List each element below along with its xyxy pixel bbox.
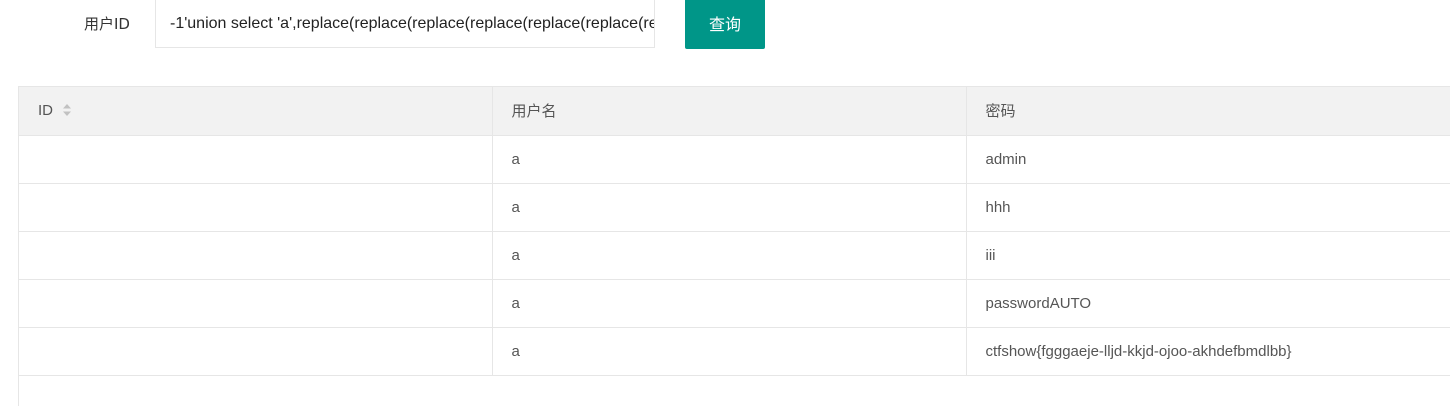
- cell-username: a: [492, 183, 967, 232]
- cell-username: a: [492, 327, 967, 376]
- cell-id: [19, 183, 493, 232]
- cell-password: iii: [966, 231, 1450, 280]
- table-row: a admin: [19, 135, 1450, 184]
- table-row: a ctfshow{fgggaeje-lljd-kkjd-ojoo-akhdef…: [19, 327, 1450, 376]
- search-bar: 用户ID 查询: [0, 0, 1450, 60]
- sort-icon[interactable]: [62, 103, 72, 117]
- results-table: ID 用户名 密码 a admin a hhh a iii a password…: [19, 87, 1450, 376]
- cell-id: [19, 279, 493, 328]
- user-id-input[interactable]: [155, 0, 655, 48]
- cell-password: hhh: [966, 183, 1450, 232]
- cell-password: admin: [966, 135, 1450, 184]
- table-row: a hhh: [19, 183, 1450, 232]
- column-header-username: 用户名: [492, 87, 967, 136]
- cell-username: a: [492, 135, 967, 184]
- cell-id: [19, 231, 493, 280]
- query-button[interactable]: 查询: [685, 0, 765, 49]
- cell-username: a: [492, 279, 967, 328]
- cell-id: [19, 135, 493, 184]
- column-header-id[interactable]: ID: [19, 87, 493, 136]
- cell-password: ctfshow{fgggaeje-lljd-kkjd-ojoo-akhdefbm…: [966, 327, 1450, 376]
- table-header-row: ID 用户名 密码: [19, 87, 1450, 136]
- user-id-label: 用户ID: [84, 15, 130, 33]
- results-table-container: ID 用户名 密码 a admin a hhh a iii a password…: [18, 86, 1450, 406]
- cell-password: passwordAUTO: [966, 279, 1450, 328]
- table-row: a passwordAUTO: [19, 279, 1450, 328]
- table-row: a iii: [19, 231, 1450, 280]
- column-header-password: 密码: [966, 87, 1450, 136]
- column-header-id-label: ID: [38, 102, 53, 120]
- cell-username: a: [492, 231, 967, 280]
- cell-id: [19, 327, 493, 376]
